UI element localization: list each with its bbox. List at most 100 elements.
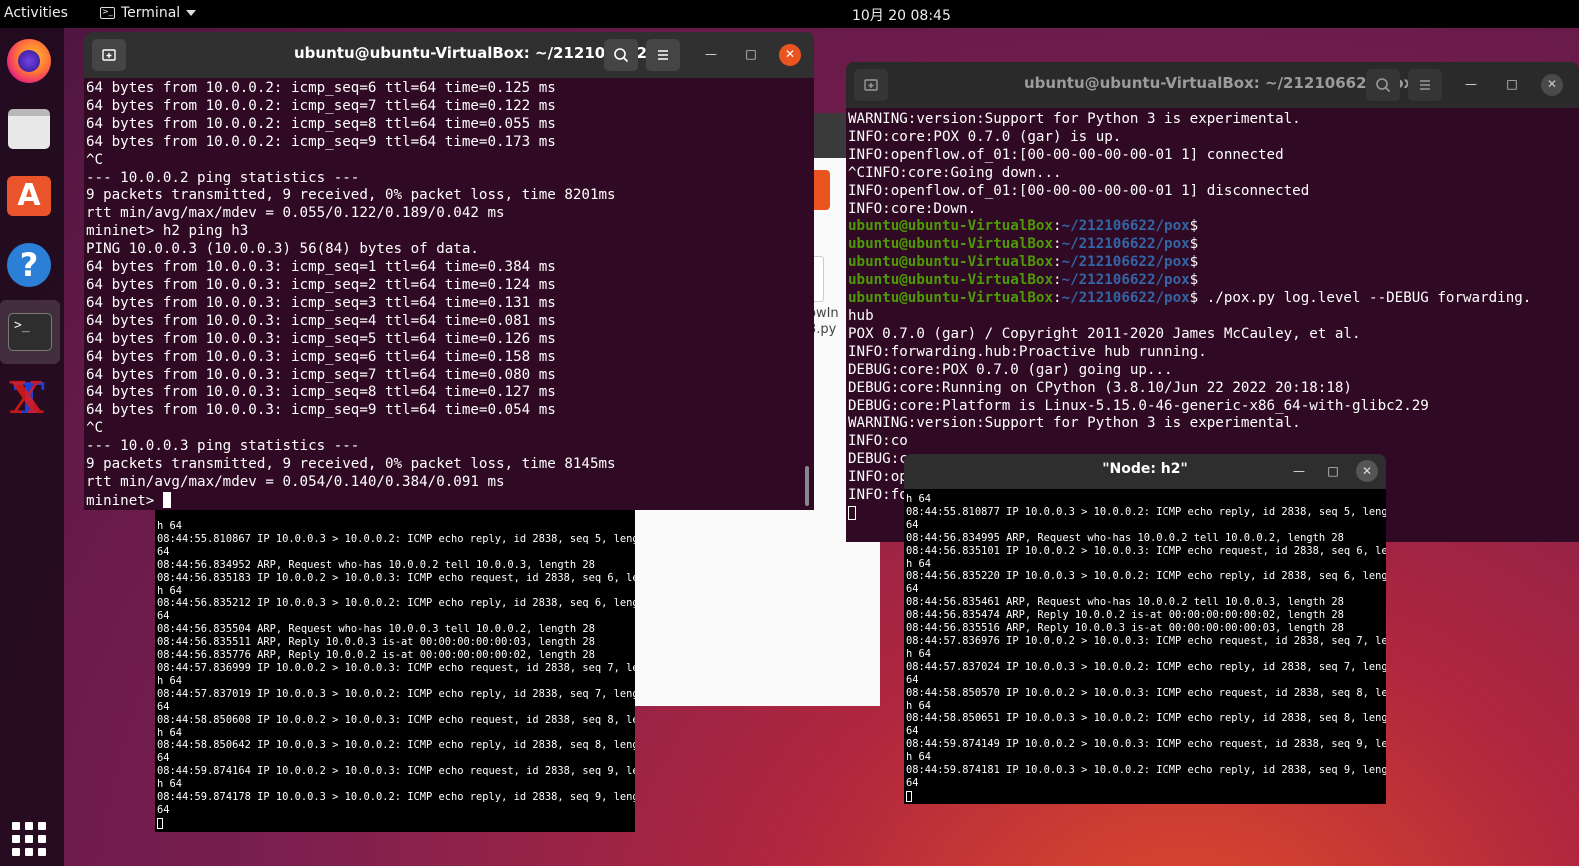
terminal-line: 64 [157,752,170,765]
terminal-line: ^C [86,151,104,168]
terminal-line: INFO:core:Down. [848,200,977,217]
software-store-icon: A [7,176,51,216]
new-tab-button[interactable] [854,69,888,101]
prompt-dollar: $ [1189,218,1199,235]
terminal-line: rtt min/avg/max/mdev = 0.055/0.122/0.189… [86,205,505,222]
close-button[interactable]: ✕ [1541,74,1563,96]
new-tab-button[interactable] [92,39,126,71]
dock-files[interactable] [6,106,52,152]
terminal-line: 64 bytes from 10.0.0.3: icmp_seq=6 ttl=6… [86,348,556,365]
app-menu-terminal[interactable]: >_ Terminal [100,5,197,21]
xterm-output[interactable]: h 64 08:44:55.810877 IP 10.0.0.3 > 10.0.0… [906,493,1386,804]
dock-software[interactable]: A [6,173,52,219]
prompt-separator: : [1053,218,1062,235]
terminal-line: 08:44:56.835101 IP 10.0.0.2 > 10.0.0.3: … [906,544,1386,557]
close-icon: ✕ [1546,77,1558,92]
terminal-line: 08:44:56.835504 ARP, Request who-has 10.… [157,623,595,636]
dock-xterm[interactable]: T [6,376,52,423]
scrollbar[interactable] [805,466,809,506]
maximize-button[interactable]: □ [1322,460,1344,482]
terminal-line: 08:44:55.810867 IP 10.0.0.3 > 10.0.0.2: … [157,532,635,545]
terminal-line: PING 10.0.0.3 (10.0.0.3) 56(84) bytes of… [86,241,479,258]
terminal-line: DEBUG:core:Running on CPython (3.8.10/Ju… [848,379,1352,396]
xterm-output[interactable]: h 64 08:44:55.810867 IP 10.0.0.3 > 10.0.0… [157,520,635,832]
hamburger-menu-icon [1420,80,1430,90]
prompt-separator: : [1053,236,1062,253]
terminal-line: INFO:core:POX 0.7.0 (gar) is up. [848,128,1122,145]
terminal-line: ^CINFO:core:Going down... [848,164,1062,181]
terminal-line: INFO:openflow.of_01:[00-00-00-00-00-01 1… [848,146,1284,163]
close-button[interactable]: ✕ [1356,460,1378,482]
maximize-button[interactable]: □ [740,44,762,66]
terminal-line: POX 0.7.0 (gar) / Copyright 2011-2020 Ja… [848,325,1361,342]
terminal-line: 64 bytes from 10.0.0.3: icmp_seq=3 ttl=6… [86,294,556,311]
terminal-line: rtt min/avg/max/mdev = 0.054/0.140/0.384… [86,473,505,490]
show-applications-button[interactable] [6,816,52,862]
terminal-line: 9 packets transmitted, 9 received, 0% pa… [86,456,616,473]
prompt-path: ~/212106622/pox [1061,272,1190,289]
clock[interactable]: 10月 20 08:45 [852,5,951,25]
firefox-icon [7,39,51,83]
search-button[interactable] [1366,69,1400,101]
close-button[interactable]: ✕ [779,44,801,66]
prompt-line[interactable]: mininet> [86,491,814,510]
search-icon [614,48,629,63]
activities-button[interactable]: Activities [4,5,68,21]
maximize-icon: □ [745,47,757,62]
dock-help[interactable]: ? [6,242,52,288]
menu-button[interactable] [1408,69,1442,101]
dock-terminal[interactable]: >_ [0,300,60,364]
search-icon [1376,78,1391,93]
maximize-icon: □ [1327,463,1339,478]
terminal-line: 64 bytes from 10.0.0.2: icmp_seq=7 ttl=6… [86,97,556,114]
text-cursor [848,505,856,520]
text-cursor [906,790,912,802]
minimize-icon: — [1465,77,1477,92]
terminal-line: 08:44:56.835183 IP 10.0.0.2 > 10.0.0.3: … [157,571,635,584]
terminal-line: 64 [157,545,170,558]
search-button[interactable] [604,39,638,71]
terminal-line: 64 bytes from 10.0.0.3: icmp_seq=7 ttl=6… [86,366,556,383]
terminal-line: INFO:openflow.of_01:[00-00-00-00-00-01 1… [848,182,1310,199]
terminal-line: 08:44:57.837024 IP 10.0.0.3 > 10.0.0.2: … [906,660,1386,673]
text-cursor [162,491,171,508]
window-titlebar[interactable]: ubuntu@ubuntu-VirtualBox: ~/212106622 — … [84,32,814,78]
terminal-line: 08:44:56.835461 ARP, Request who-has 10.… [906,596,1344,609]
terminal-output[interactable]: 64 bytes from 10.0.0.2: icmp_seq=6 ttl=6… [84,80,814,510]
terminal-line: INFO:forwarding.hub:Proactive hub runnin… [848,343,1207,360]
terminal-line: h 64 [157,674,183,687]
shell-prompt-line: ubuntu@ubuntu-VirtualBox:~/212106622/pox… [848,218,1579,236]
terminal-window-main[interactable]: ubuntu@ubuntu-VirtualBox: ~/212106622 — … [84,32,814,510]
terminal-line: 64 [906,776,919,789]
minimize-button[interactable]: — [1288,460,1310,482]
terminal-line: mininet> h2 ping h3 [86,223,249,240]
terminal-line: 64 [157,610,170,623]
minimize-button[interactable]: — [700,44,722,66]
window-titlebar[interactable]: ubuntu@ubuntu-VirtualBox: ~/212106622/po… [846,62,1579,108]
xterm-window-h2[interactable]: "Node: h2" — □ ✕ h 64 08:44:55.810877 IP … [904,454,1386,804]
terminal-line: 64 bytes from 10.0.0.3: icmp_seq=8 ttl=6… [86,384,556,401]
terminal-line: DEBUG:core:Platform is Linux-5.15.0-46-g… [848,397,1429,414]
terminal-line: 64 bytes from 10.0.0.3: icmp_seq=1 ttl=6… [86,259,556,276]
text-cursor [157,817,163,829]
prompt-user: ubuntu@ubuntu-VirtualBox [848,254,1053,271]
window-titlebar[interactable]: "Node: h2" — □ ✕ [904,454,1386,489]
dock: A ? >_ T [0,28,64,866]
terminal-line: 64 bytes from 10.0.0.2: icmp_seq=9 ttl=6… [86,133,556,150]
terminal-line: 08:44:57.836976 IP 10.0.0.2 > 10.0.0.3: … [906,634,1386,647]
maximize-icon: □ [1506,77,1518,92]
new-tab-icon [102,49,116,61]
terminal-line: 08:44:56.835220 IP 10.0.0.3 > 10.0.0.2: … [906,570,1386,583]
terminal-line: 64 [906,583,919,596]
chevron-down-icon [186,10,197,16]
menu-button[interactable] [646,39,680,71]
minimize-button[interactable]: — [1460,74,1482,96]
prompt-dollar: $ [1189,236,1199,253]
close-icon: ✕ [1361,463,1373,478]
prompt-user: ubuntu@ubuntu-VirtualBox [848,218,1053,235]
maximize-button[interactable]: □ [1501,74,1523,96]
terminal-line: h 64 [157,778,183,791]
xterm-icon: T [9,376,44,423]
dock-firefox[interactable] [6,38,52,84]
terminal-line: DEBUG:core:POX 0.7.0 (gar) going up... [848,361,1173,378]
